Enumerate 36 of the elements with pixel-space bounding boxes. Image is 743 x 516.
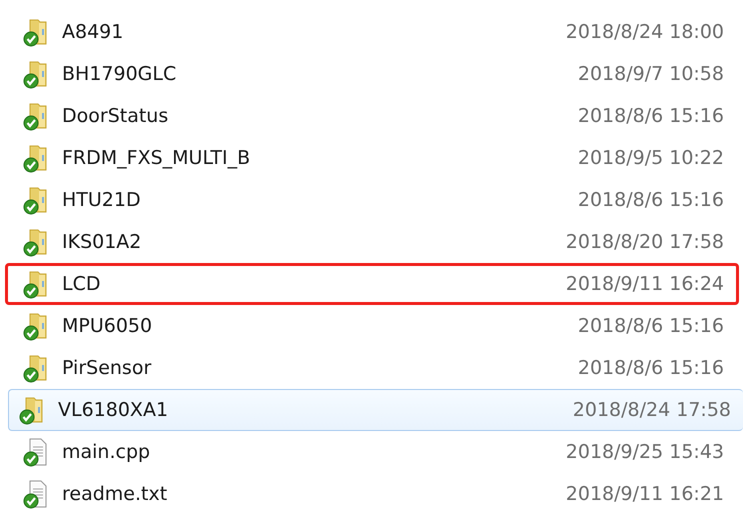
date-modified: 2018/9/7 10:58 bbox=[578, 63, 724, 85]
file-row[interactable]: BH1790GLC 2018/9/7 10:58 bbox=[5, 53, 739, 95]
file-name: LCD bbox=[62, 273, 102, 295]
file-row[interactable]: MPU6050 2018/8/6 15:16 bbox=[5, 305, 739, 347]
file-name: VL6180XA1 bbox=[58, 399, 170, 421]
file-row[interactable]: DoorStatus 2018/8/6 15:16 bbox=[5, 95, 739, 137]
file-name: PirSensor bbox=[62, 357, 152, 379]
date-modified: 2018/8/6 15:16 bbox=[578, 105, 724, 127]
date-modified: 2018/9/11 16:21 bbox=[566, 483, 724, 505]
file-name: DoorStatus bbox=[62, 105, 170, 127]
file-name: readme.txt bbox=[62, 483, 168, 505]
file-name: main.cpp bbox=[62, 441, 152, 463]
file-name: FRDM_FXS_MULTI_B bbox=[62, 147, 252, 169]
file-row[interactable]: readme.txt 2018/9/11 16:21 bbox=[5, 473, 739, 515]
date-modified: 2018/8/24 17:58 bbox=[572, 399, 731, 421]
file-row[interactable]: A8491 2018/8/24 18:00 bbox=[5, 11, 739, 53]
date-modified: 2018/9/5 10:22 bbox=[578, 147, 724, 169]
file-row[interactable]: PirSensor 2018/8/6 15:16 bbox=[5, 347, 739, 389]
file-name: IKS01A2 bbox=[62, 231, 142, 253]
file-name: BH1790GLC bbox=[62, 63, 178, 85]
file-name: HTU21D bbox=[62, 189, 142, 211]
file-row[interactable]: IKS01A2 2018/8/20 17:58 bbox=[5, 221, 739, 263]
highlight-frame[interactable]: LCD 2018/9/11 16:24 bbox=[5, 263, 739, 305]
date-modified: 2018/8/20 17:58 bbox=[566, 231, 724, 253]
date-modified: 2018/9/11 16:24 bbox=[566, 273, 724, 295]
date-modified: 2018/8/6 15:16 bbox=[578, 315, 724, 337]
file-row[interactable]: main.cpp 2018/9/25 15:43 bbox=[5, 431, 739, 473]
date-modified: 2018/9/25 15:43 bbox=[566, 441, 724, 463]
file-row[interactable]: HTU21D 2018/8/6 15:16 bbox=[5, 179, 739, 221]
file-name: A8491 bbox=[62, 21, 124, 43]
hovered-row[interactable]: VL6180XA1 2018/8/24 17:58 bbox=[8, 389, 743, 431]
date-modified: 2018/8/6 15:16 bbox=[578, 189, 724, 211]
file-name: MPU6050 bbox=[62, 315, 154, 337]
date-modified: 2018/8/6 15:16 bbox=[578, 357, 724, 379]
date-modified: 2018/8/24 18:00 bbox=[566, 21, 724, 43]
file-row[interactable]: FRDM_FXS_MULTI_B 2018/9/5 10:22 bbox=[5, 137, 739, 179]
